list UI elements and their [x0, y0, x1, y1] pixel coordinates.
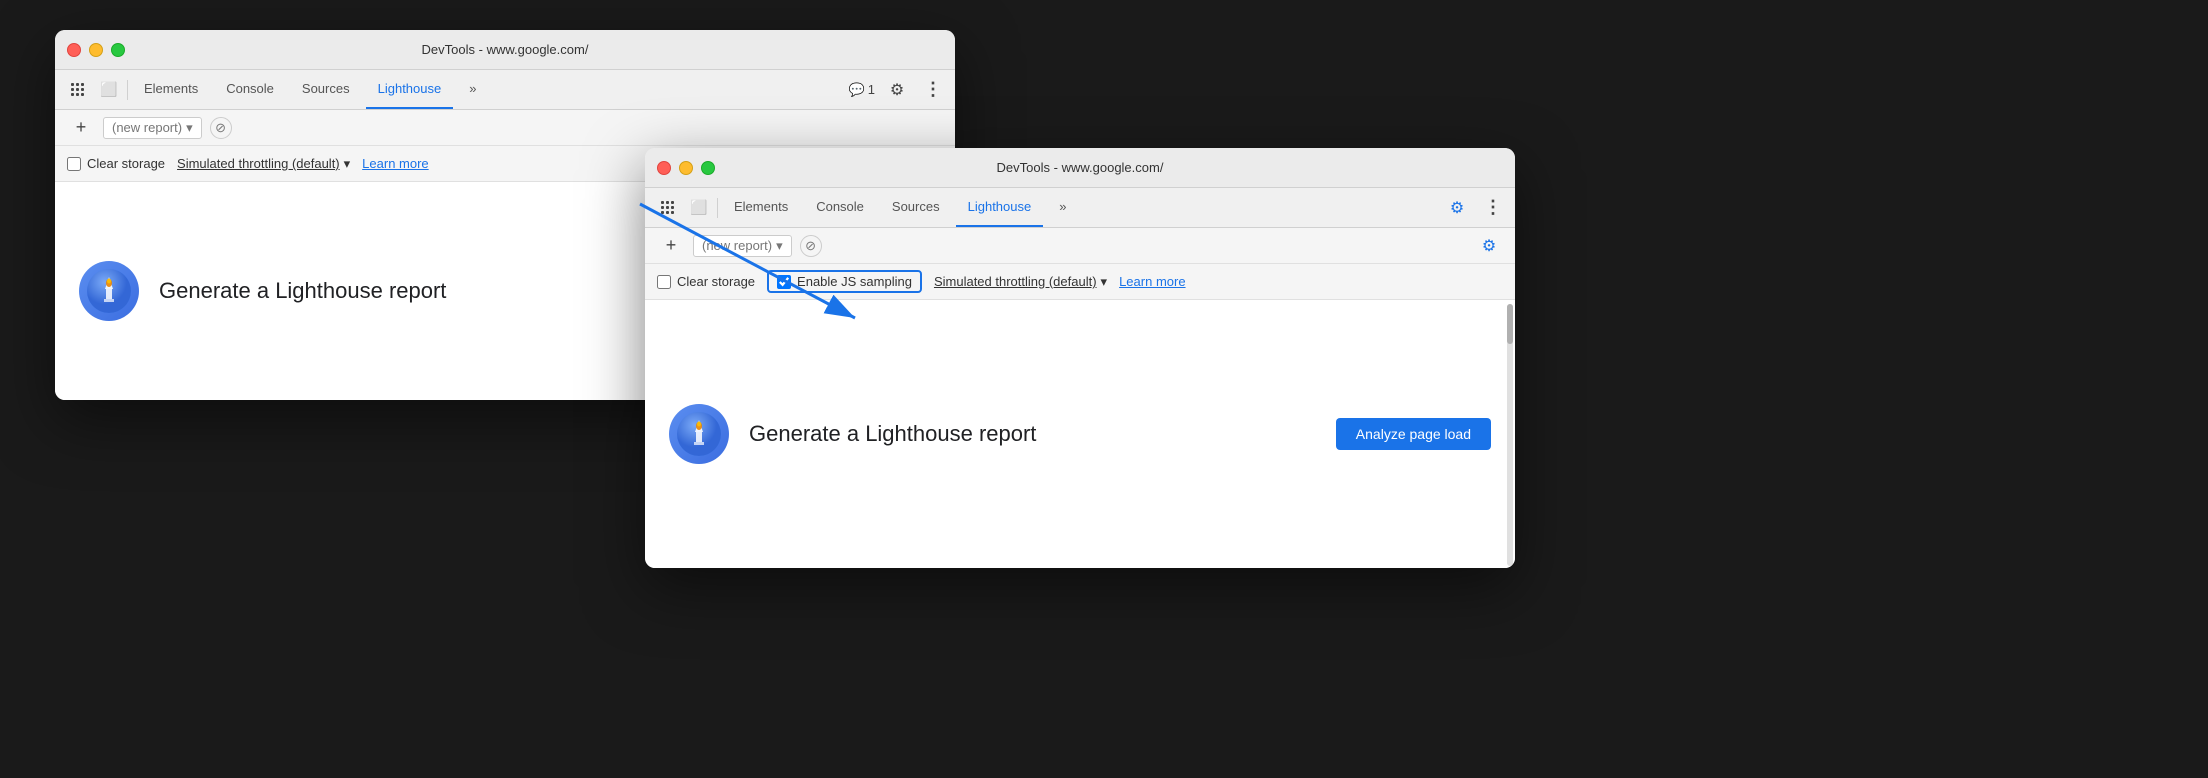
inspector-icon-front[interactable]: [653, 194, 681, 222]
inspector-icon[interactable]: [63, 76, 91, 104]
tab-more-front[interactable]: »: [1047, 188, 1078, 227]
clear-report-button-front[interactable]: ⊘: [800, 235, 822, 257]
scrollbar-front[interactable]: [1507, 304, 1513, 566]
throttle-chevron-front: ▾: [1101, 274, 1108, 290]
settings-icon-back[interactable]: [883, 76, 911, 104]
plus-icon-front: [666, 235, 677, 256]
toolbar-back: ⬜ Elements Console Sources Lighthouse » …: [55, 70, 955, 110]
tab-elements-front[interactable]: Elements: [722, 188, 800, 227]
throttle-select-front[interactable]: Simulated throttling (default) ▾: [934, 274, 1107, 290]
minimize-button-front[interactable]: [679, 161, 693, 175]
toolbar-separator-front: [717, 198, 718, 218]
throttle-select-back[interactable]: Simulated throttling (default) ▾: [177, 156, 350, 172]
analyze-page-load-button[interactable]: Analyze page load: [1336, 418, 1491, 450]
dots-icon-front: [1484, 197, 1502, 218]
grid-selector-icon-front: [659, 199, 676, 216]
scrollbar-thumb-front[interactable]: [1507, 304, 1513, 344]
clear-storage-checkbox-front[interactable]: Clear storage: [657, 274, 755, 289]
gear-icon-back: [890, 80, 904, 100]
clear-report-button-back[interactable]: ⊘: [210, 117, 232, 139]
dots-icon-back: [924, 79, 942, 100]
report-bar-gear[interactable]: ⚙: [1475, 232, 1503, 260]
tab-sources-front[interactable]: Sources: [880, 188, 952, 227]
lighthouse-svg-back: [87, 269, 131, 313]
grid-selector-icon: [69, 81, 86, 98]
report-dropdown-back[interactable]: (new report) ▾: [103, 117, 202, 139]
tab-console-back[interactable]: Console: [214, 70, 286, 109]
tab-console-front[interactable]: Console: [804, 188, 876, 227]
chat-icon: 💬: [849, 82, 865, 98]
window-title-back: DevTools - www.google.com/: [422, 42, 589, 57]
chat-badge[interactable]: 💬 1: [849, 82, 875, 98]
learn-more-link-front[interactable]: Learn more: [1119, 274, 1185, 289]
main-content-front: Generate a Lighthouse report Analyze pag…: [645, 300, 1515, 568]
window-title-front: DevTools - www.google.com/: [997, 160, 1164, 175]
generate-title-front: Generate a Lighthouse report: [749, 421, 1316, 447]
devtools-window-front: DevTools - www.google.com/ ⬜ Elements Co…: [645, 148, 1515, 568]
minimize-button-back[interactable]: [89, 43, 103, 57]
more-tabs-icon: »: [469, 81, 476, 96]
title-bar-front: DevTools - www.google.com/: [645, 148, 1515, 188]
report-gear-icon[interactable]: ⚙: [1475, 232, 1503, 260]
close-button-front[interactable]: [657, 161, 671, 175]
add-report-button-back[interactable]: [67, 114, 95, 142]
tab-lighthouse-back[interactable]: Lighthouse: [366, 70, 454, 109]
circle-slash-icon-front: ⊘: [805, 238, 816, 254]
menu-icon-back[interactable]: [919, 76, 947, 104]
more-tabs-icon-front: »: [1059, 199, 1066, 214]
device-toggle-icon[interactable]: ⬜: [95, 76, 123, 104]
lighthouse-logo-front: [669, 404, 729, 464]
circle-slash-icon-back: ⊘: [215, 120, 226, 136]
dropdown-chevron-back: ▾: [186, 120, 193, 136]
tab-elements-back[interactable]: Elements: [132, 70, 210, 109]
report-bar-front: (new report) ▾ ⊘ ⚙: [645, 228, 1515, 264]
tab-more-back[interactable]: »: [457, 70, 488, 109]
plus-icon-back: [76, 117, 87, 138]
responsive-icon-front: ⬜: [690, 199, 707, 216]
toolbar-right-back: 💬 1: [849, 76, 947, 104]
maximize-button-front[interactable]: [701, 161, 715, 175]
clear-storage-input-front[interactable]: [657, 275, 671, 289]
title-bar-back: DevTools - www.google.com/: [55, 30, 955, 70]
lighthouse-svg-front: [677, 412, 721, 456]
learn-more-link-back[interactable]: Learn more: [362, 156, 428, 171]
menu-icon-front[interactable]: [1479, 194, 1507, 222]
throttle-chevron-back: ▾: [344, 156, 351, 172]
report-gear-symbol: ⚙: [1482, 236, 1496, 256]
toolbar-front: ⬜ Elements Console Sources Lighthouse »: [645, 188, 1515, 228]
report-dropdown-front[interactable]: (new report) ▾: [693, 235, 792, 257]
maximize-button-back[interactable]: [111, 43, 125, 57]
tab-lighthouse-front[interactable]: Lighthouse: [956, 188, 1044, 227]
close-button-back[interactable]: [67, 43, 81, 57]
enable-js-sampling-input[interactable]: [777, 275, 791, 289]
responsive-icon: ⬜: [100, 81, 117, 98]
report-bar-back: (new report) ▾ ⊘: [55, 110, 955, 146]
options-bar-front: Clear storage Enable JS sampling Simulat…: [645, 264, 1515, 300]
device-toggle-icon-front[interactable]: ⬜: [685, 194, 713, 222]
add-report-button-front[interactable]: [657, 232, 685, 260]
tab-sources-back[interactable]: Sources: [290, 70, 362, 109]
gear-icon-front: [1450, 198, 1464, 218]
dropdown-chevron-front: ▾: [776, 238, 783, 254]
settings-icon-front[interactable]: [1443, 194, 1471, 222]
traffic-lights-front: [657, 161, 715, 175]
toolbar-right-front: [1443, 194, 1507, 222]
toolbar-separator-1: [127, 80, 128, 100]
enable-js-sampling-checkbox[interactable]: Enable JS sampling: [767, 270, 922, 293]
clear-storage-checkbox-back[interactable]: Clear storage: [67, 156, 165, 171]
traffic-lights-back: [67, 43, 125, 57]
lighthouse-logo-back: [79, 261, 139, 321]
clear-storage-input-back[interactable]: [67, 157, 81, 171]
